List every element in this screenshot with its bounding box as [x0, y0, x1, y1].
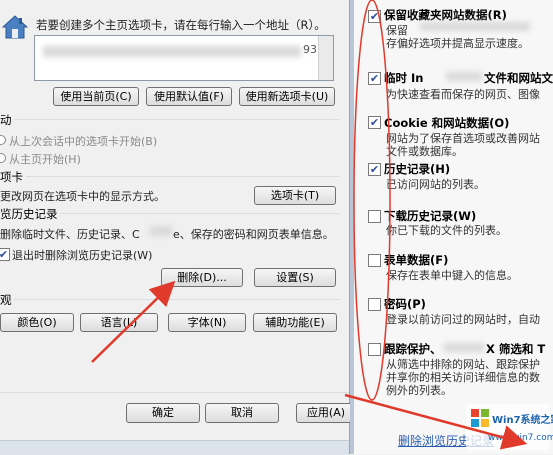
item-desc-cookies-2: 文件或数据库。: [386, 145, 463, 158]
use-default-button[interactable]: 使用默认值(F): [146, 87, 232, 106]
tabs-divider: [26, 176, 340, 177]
colors-button[interactable]: 颜色(O): [0, 313, 74, 332]
item-checkbox-downloads[interactable]: [368, 210, 381, 223]
history-description-1: 删除临时文件、历史记录、C: [0, 228, 140, 241]
startup-heading: 动: [0, 113, 12, 127]
blurred-tracking-title: [444, 343, 484, 352]
appearance-heading: 观: [0, 293, 12, 307]
internet-options-panel: 若要创建多个主页选项卡，请在每行输入一个地址（R）。 93 使用当前页(C) 使…: [0, 0, 356, 455]
footer-bevel: [0, 440, 349, 455]
item-desc-form-data: 保存在表单中键入的信息。: [386, 269, 518, 282]
accessibility-button[interactable]: 辅助功能(E): [253, 313, 337, 332]
ok-button[interactable]: 确定: [126, 403, 200, 423]
apply-button[interactable]: 应用(A): [296, 403, 356, 423]
languages-button[interactable]: 语言(L): [80, 313, 158, 332]
watermark-url: www.win7.com: [488, 433, 553, 443]
item-desc-history: 已访问网站的列表。: [386, 178, 485, 191]
tabs-description: 更改网页在选项卡中的显示方式。: [0, 190, 165, 203]
item-checkbox-favorites[interactable]: ✔: [368, 10, 381, 23]
item-title-favorites: 保留收藏夹网站数据(R): [384, 8, 507, 22]
settings-button[interactable]: 设置(S): [254, 268, 336, 287]
textarea-scrollbar[interactable]: [318, 36, 333, 80]
item-desc-temp-files: 为快速查看而保存的网页、图像: [386, 88, 540, 101]
item-checkbox-history[interactable]: ✔: [368, 163, 381, 176]
blurred-cookie-word: [150, 226, 172, 236]
appearance-divider: [14, 299, 340, 300]
windows-logo-icon: [471, 409, 489, 427]
item-title-passwords: 密码(P): [384, 297, 426, 311]
home-icon: [2, 15, 28, 39]
tabs-heading: 项卡: [0, 170, 23, 184]
item-checkbox-temp-files[interactable]: ✔: [368, 72, 381, 85]
item-desc-favorites-2: 存偏好选项并提高显示速度。: [386, 37, 529, 50]
cancel-button[interactable]: 取消: [205, 403, 279, 423]
item-checkbox-passwords[interactable]: [368, 298, 381, 311]
item-checkbox-cookies[interactable]: ✔: [368, 116, 381, 129]
radio-last-session[interactable]: [0, 135, 6, 145]
blurred-url: [43, 46, 301, 57]
item-title-history: 历史记录(H): [384, 162, 451, 176]
homepage-description: 若要创建多个主页选项卡，请在每行输入一个地址（R）。: [36, 18, 326, 32]
item-title-temp-files: 临时 In: [384, 71, 424, 85]
history-description-2: e、保存的密码和网页表单信息。: [173, 228, 334, 241]
history-heading: 览历史记录: [0, 207, 58, 221]
use-current-button[interactable]: 使用当前页(C): [53, 87, 139, 106]
watermark-brand: Win7系统之家: [492, 415, 553, 426]
delete-button[interactable]: 删除(D)...: [161, 268, 243, 287]
watermark-logo: Win7系统之家 www.win7.com: [466, 404, 553, 450]
item-title-tracking-tail: X 筛选和 T: [486, 342, 546, 356]
radio-home-label: 从主页开始(H): [9, 153, 81, 166]
tabs-button[interactable]: 选项卡(T): [254, 186, 336, 205]
homepage-url-suffix: 93: [303, 43, 317, 56]
radio-last-session-label: 从上次会话中的选项卡开始(B): [9, 135, 158, 148]
blurred-favorites-text: [420, 22, 530, 31]
history-divider: [60, 213, 340, 214]
item-title-form-data: 表单数据(F): [384, 253, 449, 267]
item-title-tracking: 跟踪保护、: [384, 342, 442, 356]
blurred-temp-title: [446, 72, 482, 81]
item-desc-downloads: 你已下载的文件的列表。: [386, 224, 507, 237]
item-desc-tracking-3: 例外的列表。: [386, 384, 452, 397]
item-title-temp-files-tail: 文件和网站文: [484, 71, 553, 85]
startup-divider: [14, 119, 340, 120]
homepage-address-textarea[interactable]: 93: [34, 35, 334, 81]
item-checkbox-tracking[interactable]: [368, 343, 381, 356]
delete-on-exit-checkbox[interactable]: ✔: [0, 248, 10, 261]
use-new-tab-button[interactable]: 使用新选项卡(U): [239, 87, 335, 106]
item-title-cookies: Cookie 和网站数据(O): [384, 116, 510, 130]
item-checkbox-form-data[interactable]: [368, 254, 381, 267]
item-desc-passwords: 登录以前访问过的网站时，自动: [386, 313, 540, 326]
radio-home[interactable]: [0, 153, 6, 163]
fonts-button[interactable]: 字体(N): [168, 313, 246, 332]
delete-on-exit-label: 退出时删除浏览历史记录(W): [12, 249, 153, 262]
